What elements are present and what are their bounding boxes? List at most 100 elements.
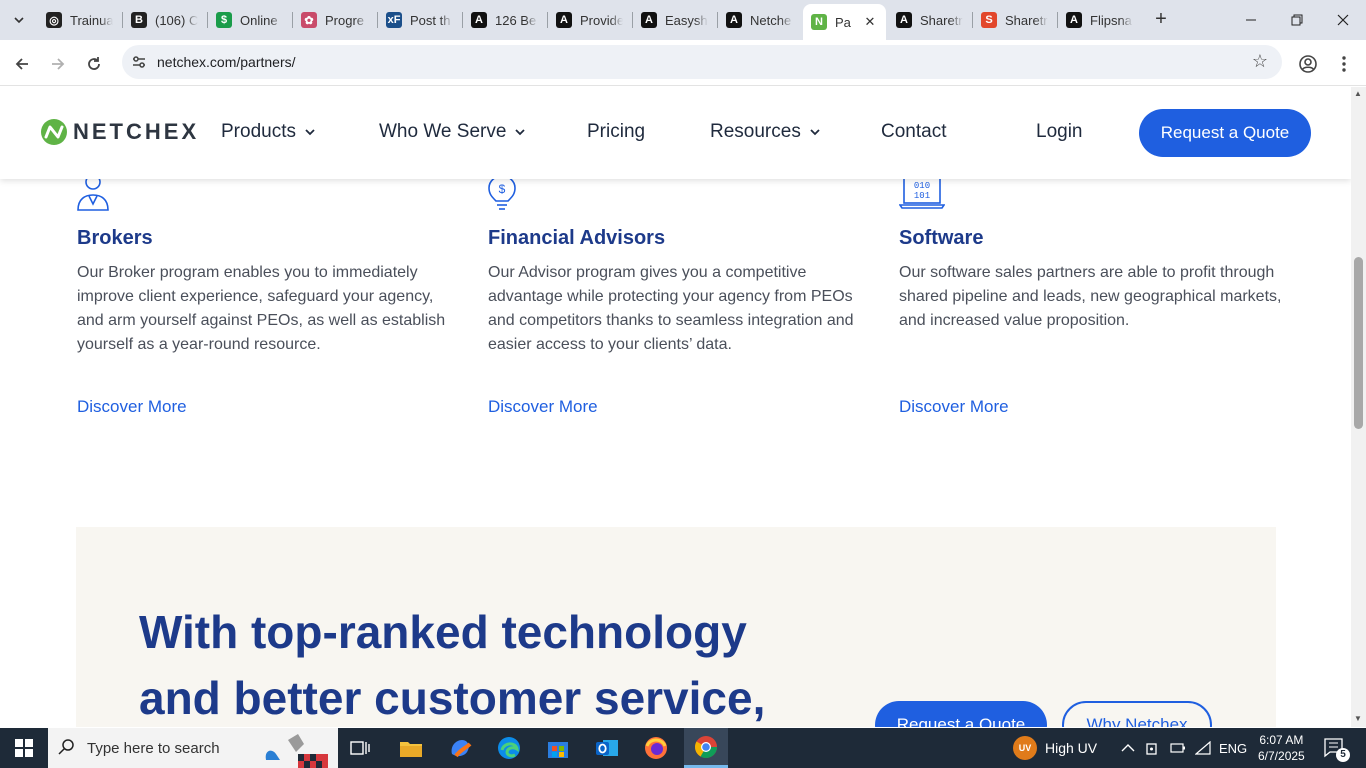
edge-icon[interactable] — [495, 734, 523, 762]
restore-icon[interactable] — [1274, 4, 1320, 36]
outlook-icon[interactable] — [593, 734, 621, 762]
close-window-icon[interactable] — [1320, 4, 1366, 36]
request-quote-button[interactable]: Request a Quote — [1139, 109, 1311, 157]
broker-person-icon — [77, 175, 109, 211]
chevron-down-icon — [305, 129, 315, 136]
tab-title: Flipsna — [1090, 12, 1132, 28]
why-netchex-button[interactable]: Why Netchex — [1062, 701, 1212, 727]
site-info-icon[interactable] — [130, 53, 148, 71]
browser-tab[interactable]: B (106) C — [123, 6, 206, 34]
chevron-down-icon — [810, 129, 820, 136]
show-hidden-icons-icon[interactable] — [1121, 728, 1135, 768]
firefox-icon[interactable] — [642, 734, 670, 762]
tab-title: Provide — [580, 12, 623, 28]
chrome-taskbar-icon[interactable] — [684, 728, 728, 768]
scroll-down-icon[interactable]: ▼ — [1354, 714, 1362, 723]
bookmark-star-icon[interactable]: ☆ — [1252, 51, 1268, 72]
partner-description: Our Advisor program gives you a competit… — [488, 264, 854, 353]
cta-heading: With top-ranked technology and better cu… — [139, 606, 766, 724]
taskbar-search[interactable]: Type here to search — [48, 728, 338, 768]
cta-section: With top-ranked technology and better cu… — [76, 527, 1276, 727]
scrollbar-thumb[interactable] — [1354, 257, 1363, 429]
tab-title: Online — [240, 12, 278, 28]
bitcoin-icon: B — [131, 12, 147, 28]
browser-tab[interactable]: $ Online — [208, 6, 291, 34]
browser-tab[interactable]: A Netche — [718, 6, 801, 34]
browser-tab[interactable]: A 126 Be — [463, 6, 546, 34]
close-tab-icon[interactable]: ✕ — [862, 14, 878, 30]
nav-contact[interactable]: Contact — [881, 121, 946, 143]
sharetribe-icon: S — [981, 12, 997, 28]
discover-more-link[interactable]: Discover More — [899, 397, 1009, 417]
a-letter-icon: A — [896, 12, 912, 28]
language-indicator[interactable]: ENG — [1219, 728, 1247, 768]
partner-title: Brokers — [77, 227, 153, 249]
nav-who-we-serve[interactable]: Who We Serve — [379, 121, 526, 143]
weather-widget[interactable]: UV High UV — [1013, 728, 1097, 768]
browser-tab[interactable]: A Flipsna — [1058, 6, 1141, 34]
microsoft-store-icon[interactable] — [544, 734, 572, 762]
tab-title: (106) C — [155, 12, 198, 28]
windows-start-icon[interactable] — [0, 728, 48, 768]
nav-label: Contact — [881, 121, 947, 142]
copilot-icon[interactable] — [446, 734, 474, 762]
tab-title: Progre — [325, 12, 365, 28]
nav-pricing[interactable]: Pricing — [587, 121, 645, 143]
meet-now-icon[interactable] — [1146, 728, 1160, 768]
nav-login[interactable]: Login — [1036, 121, 1083, 143]
windows-taskbar: Type here to search UV High UV ENG 6:07 … — [0, 728, 1366, 768]
clock[interactable]: 6:07 AM 6/7/2025 — [1258, 728, 1305, 768]
browser-tab[interactable]: A Provide — [548, 6, 631, 34]
weather-text: High UV — [1045, 740, 1098, 756]
svg-text:$: $ — [499, 182, 506, 196]
partner-description: Our software sales partners are able to … — [899, 264, 1282, 329]
url-text[interactable]: netchex.com/partners/ — [157, 54, 296, 70]
browser-tab[interactable]: xF Post th — [378, 6, 461, 34]
page-viewport: NETCHEX Products Who We Serve Pricing Re… — [0, 87, 1351, 727]
netchex-icon: N — [811, 14, 827, 30]
address-bar[interactable]: netchex.com/partners/ ☆ — [122, 45, 1282, 79]
task-view-icon[interactable] — [346, 734, 374, 762]
svg-text:101: 101 — [914, 191, 930, 201]
profile-icon[interactable] — [1296, 52, 1320, 76]
notification-center-icon[interactable]: 5 — [1324, 728, 1350, 768]
tab-title: Pa — [835, 14, 851, 30]
netchex-logo[interactable]: NETCHEX — [40, 118, 199, 146]
laptop-binary-icon: 010 101 — [899, 175, 945, 209]
svg-text:010: 010 — [914, 181, 930, 191]
notification-count: 5 — [1336, 748, 1350, 762]
cta-request-quote-button[interactable]: Request a Quote — [875, 701, 1047, 727]
menu-kebab-icon[interactable] — [1332, 52, 1356, 76]
browser-tab[interactable]: N Pa ✕ — [803, 4, 886, 40]
progress-icon: ✿ — [301, 12, 317, 28]
wifi-icon[interactable] — [1195, 728, 1211, 768]
new-tab-button[interactable]: + — [1150, 8, 1172, 30]
a-letter-icon: A — [471, 12, 487, 28]
a-letter-icon: A — [726, 12, 742, 28]
forward-icon[interactable] — [44, 50, 72, 78]
browser-tab[interactable]: A Easysh — [633, 6, 716, 34]
discover-more-link[interactable]: Discover More — [488, 397, 598, 417]
nav-products[interactable]: Products — [221, 121, 315, 143]
nav-label: Who We Serve — [379, 121, 507, 142]
clock-date: 6/7/2025 — [1258, 749, 1305, 763]
scroll-up-icon[interactable]: ▲ — [1354, 89, 1362, 98]
browser-tab[interactable]: ◎ Trainua — [38, 6, 121, 34]
reload-icon[interactable] — [80, 50, 108, 78]
browser-tab[interactable]: S Sharetr — [973, 6, 1056, 34]
browser-tab[interactable]: A Sharetr — [888, 6, 971, 34]
file-explorer-icon[interactable] — [397, 734, 425, 762]
discover-more-link[interactable]: Discover More — [77, 397, 187, 417]
partner-description: Our Broker program enables you to immedi… — [77, 264, 446, 353]
lightbulb-dollar-icon: $ — [488, 175, 516, 210]
a-letter-icon: A — [641, 12, 657, 28]
back-icon[interactable] — [8, 50, 36, 78]
browser-tab[interactable]: ✿ Progre — [293, 6, 376, 34]
site-header: NETCHEX Products Who We Serve Pricing Re… — [0, 87, 1351, 179]
nav-resources[interactable]: Resources — [710, 121, 820, 143]
tab-search-icon[interactable] — [6, 8, 32, 32]
nav-label: Login — [1036, 121, 1083, 142]
page-scrollbar[interactable]: ▲ ▼ — [1351, 87, 1366, 727]
battery-icon[interactable] — [1170, 728, 1186, 768]
minimize-icon[interactable] — [1228, 4, 1274, 36]
